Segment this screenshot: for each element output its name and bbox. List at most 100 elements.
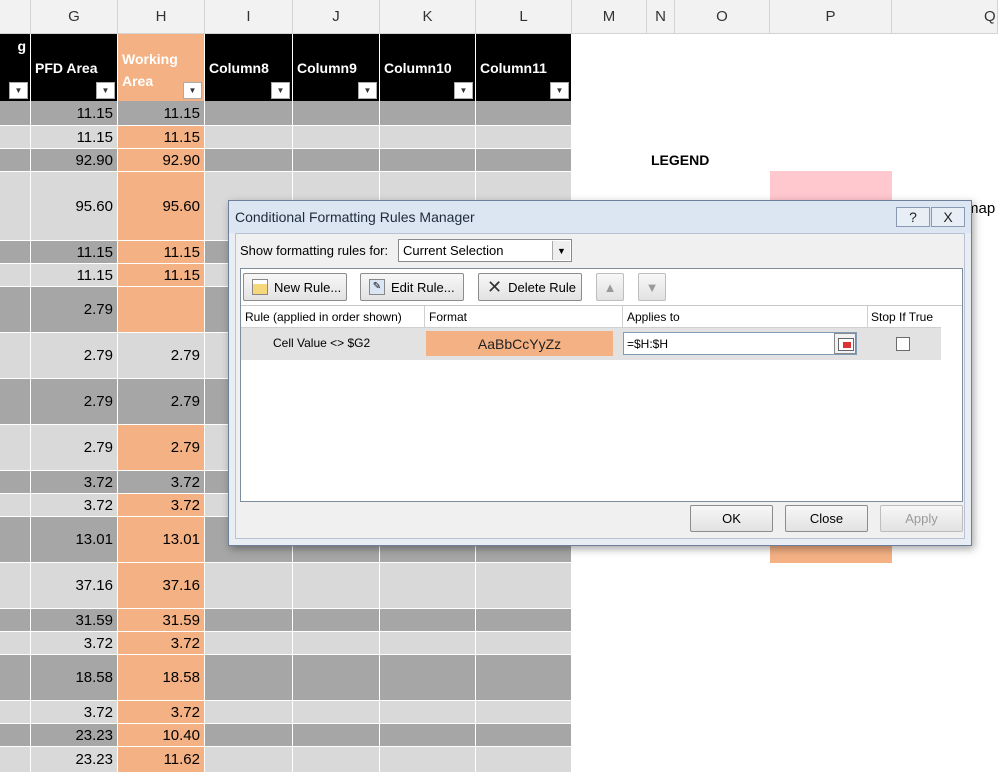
- pfd-area-cell[interactable]: 3.72: [31, 701, 118, 724]
- table-cell[interactable]: [476, 563, 572, 609]
- working-area-cell[interactable]: 13.01: [118, 517, 205, 563]
- table-cell[interactable]: [380, 149, 476, 172]
- new-rule-button[interactable]: New Rule...: [243, 273, 347, 301]
- pfd-area-cell[interactable]: 2.79: [31, 333, 118, 379]
- table-cell[interactable]: [0, 126, 31, 149]
- table-cell[interactable]: [293, 101, 380, 126]
- pfd-area-cell[interactable]: 3.72: [31, 632, 118, 655]
- table-cell[interactable]: [380, 126, 476, 149]
- chevron-down-icon[interactable]: ▼: [552, 241, 570, 260]
- column-header-o[interactable]: O: [675, 0, 770, 34]
- working-area-cell[interactable]: 31.59: [118, 609, 205, 632]
- working-area-cell[interactable]: 3.72: [118, 701, 205, 724]
- table-cell[interactable]: [0, 517, 31, 563]
- delete-rule-button[interactable]: ✕ Delete Rule: [478, 273, 582, 301]
- move-down-button[interactable]: ▼: [638, 273, 666, 301]
- table-cell[interactable]: [0, 425, 31, 471]
- pfd-area-cell[interactable]: 18.58: [31, 655, 118, 701]
- table-cell[interactable]: [0, 609, 31, 632]
- dialog-titlebar[interactable]: Conditional Formatting Rules Manager ? X: [229, 201, 971, 233]
- table-cell[interactable]: [293, 655, 380, 701]
- table-cell[interactable]: [380, 701, 476, 724]
- table-cell[interactable]: [293, 563, 380, 609]
- table-cell[interactable]: [380, 563, 476, 609]
- table-cell[interactable]: [205, 655, 293, 701]
- table-cell[interactable]: [205, 747, 293, 773]
- table-cell[interactable]: [293, 701, 380, 724]
- table-cell[interactable]: [0, 701, 31, 724]
- filter-dropdown-button[interactable]: ▼: [96, 82, 115, 99]
- table-cell[interactable]: [205, 609, 293, 632]
- working-area-cell[interactable]: 18.58: [118, 655, 205, 701]
- table-cell[interactable]: [293, 126, 380, 149]
- working-area-cell[interactable]: 2.79: [118, 379, 205, 425]
- move-up-button[interactable]: ▲: [596, 273, 624, 301]
- table-cell[interactable]: [205, 101, 293, 126]
- close-window-button[interactable]: X: [931, 207, 965, 227]
- stop-if-true-checkbox[interactable]: [896, 337, 910, 351]
- working-area-cell[interactable]: 3.72: [118, 471, 205, 494]
- table-cell[interactable]: [0, 241, 31, 264]
- column-header-l[interactable]: L: [476, 0, 572, 34]
- table-cell[interactable]: [0, 333, 31, 379]
- table-cell[interactable]: [380, 609, 476, 632]
- working-area-cell[interactable]: 37.16: [118, 563, 205, 609]
- filter-dropdown-button[interactable]: ▼: [550, 82, 569, 99]
- table-cell[interactable]: [293, 632, 380, 655]
- pfd-area-cell[interactable]: 95.60: [31, 172, 118, 241]
- table-cell[interactable]: [380, 632, 476, 655]
- pfd-area-cell[interactable]: 23.23: [31, 724, 118, 747]
- column-header-g[interactable]: G: [31, 0, 118, 34]
- table-cell[interactable]: [0, 494, 31, 517]
- pfd-area-cell[interactable]: 11.15: [31, 264, 118, 287]
- rule-row[interactable]: Cell Value <> $G2 AaBbCcYyZz =$H:$H: [241, 328, 941, 360]
- column-header-f[interactable]: [0, 0, 31, 34]
- table-cell[interactable]: [476, 655, 572, 701]
- column-header-q[interactable]: Q: [892, 0, 998, 34]
- pfd-area-cell[interactable]: 11.15: [31, 126, 118, 149]
- table-cell[interactable]: [0, 724, 31, 747]
- filter-dropdown-button[interactable]: ▼: [358, 82, 377, 99]
- column-header-h[interactable]: H: [118, 0, 205, 34]
- table-cell[interactable]: [205, 149, 293, 172]
- pfd-area-cell[interactable]: 11.15: [31, 101, 118, 126]
- table-cell[interactable]: [0, 264, 31, 287]
- working-area-cell[interactable]: 92.90: [118, 149, 205, 172]
- working-area-cell[interactable]: 10.40: [118, 724, 205, 747]
- table-cell[interactable]: [293, 747, 380, 773]
- table-cell[interactable]: [0, 471, 31, 494]
- column-header-j[interactable]: J: [293, 0, 380, 34]
- range-select-button[interactable]: [834, 333, 856, 354]
- show-rules-select[interactable]: Current Selection ▼: [398, 239, 572, 262]
- table-cell[interactable]: [380, 747, 476, 773]
- table-cell[interactable]: [205, 563, 293, 609]
- table-cell[interactable]: [293, 609, 380, 632]
- pfd-area-cell[interactable]: 23.23: [31, 747, 118, 773]
- working-area-cell[interactable]: 11.15: [118, 101, 205, 126]
- table-cell[interactable]: [293, 724, 380, 747]
- pfd-area-cell[interactable]: 2.79: [31, 425, 118, 471]
- table-cell[interactable]: [476, 609, 572, 632]
- pfd-area-cell[interactable]: 2.79: [31, 379, 118, 425]
- table-cell[interactable]: [380, 724, 476, 747]
- table-cell[interactable]: [0, 747, 31, 773]
- edit-rule-button[interactable]: ✎ Edit Rule...: [360, 273, 464, 301]
- working-area-cell[interactable]: [118, 287, 205, 333]
- working-area-cell[interactable]: 11.15: [118, 126, 205, 149]
- pfd-area-cell[interactable]: 31.59: [31, 609, 118, 632]
- pfd-area-cell[interactable]: 3.72: [31, 494, 118, 517]
- working-area-cell[interactable]: 95.60: [118, 172, 205, 241]
- table-cell[interactable]: [293, 149, 380, 172]
- close-button[interactable]: Close: [785, 505, 868, 532]
- table-cell[interactable]: [205, 126, 293, 149]
- working-area-cell[interactable]: 3.72: [118, 494, 205, 517]
- table-cell[interactable]: [0, 149, 31, 172]
- table-cell[interactable]: [476, 149, 572, 172]
- pfd-area-cell[interactable]: 2.79: [31, 287, 118, 333]
- column-header-k[interactable]: K: [380, 0, 476, 34]
- pfd-area-cell[interactable]: 37.16: [31, 563, 118, 609]
- table-cell[interactable]: [0, 287, 31, 333]
- filter-dropdown-button[interactable]: ▼: [183, 82, 202, 99]
- table-cell[interactable]: [476, 747, 572, 773]
- ok-button[interactable]: OK: [690, 505, 773, 532]
